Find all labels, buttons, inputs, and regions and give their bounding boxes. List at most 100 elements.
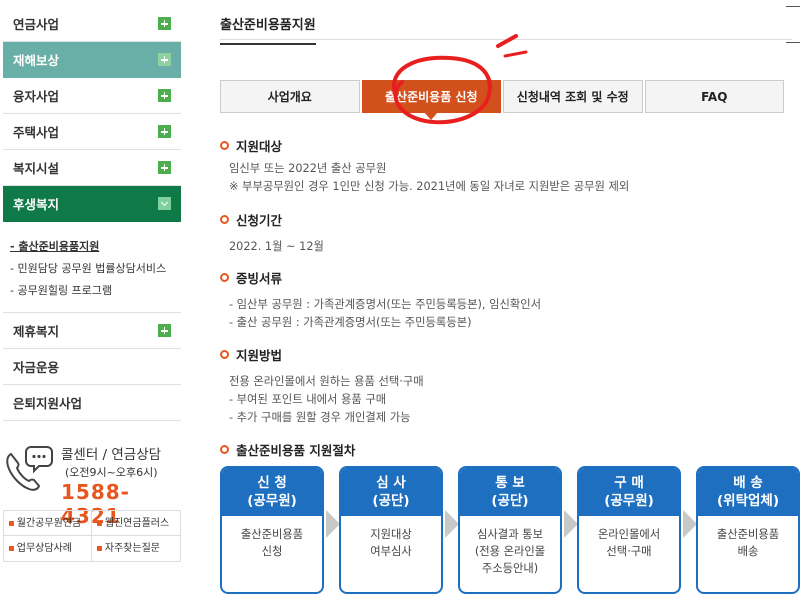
plus-icon[interactable] [158,53,171,66]
circle-bullet-icon [220,272,229,282]
section-title: 신청기간 [236,212,283,228]
plus-icon[interactable] [158,89,171,102]
plus-icon[interactable] [158,161,171,174]
step-desc: 배송 [737,545,759,558]
step-delivery: 배 송 (위탁업체) 출산준비용품배송 [696,466,800,594]
sidebar-submenu: - 출산준비용품지원 - 민원담당 공무원 법률상담서비스 - 공무원힐링 프로… [3,222,181,313]
section-period: 신청기간 2022. 1월 ~ 12월 [220,210,324,256]
plus-icon[interactable] [158,324,171,337]
section-line: - 부여된 포인트 내에서 용품 구매 [229,393,387,406]
section-documents: 증빙서류 - 임산부 공무원 : 가족관계증명서(또는 주민등록등본), 임신확… [220,268,541,332]
sidebar-item-welfare-facility[interactable]: 복지시설 [3,150,181,186]
section-line: ※ 부부공무원인 경우 1인만 신청 가능. 2021년에 동일 자녀로 지원받… [229,180,630,193]
circle-bullet-icon [220,444,229,454]
sidebar-item-label: 복지시설 [13,161,60,176]
step-title: 배 송 [733,475,763,491]
bullet-icon: ▪ [96,518,103,529]
circle-bullet-icon [220,214,229,224]
section-title: 지원방법 [236,347,283,363]
step-desc: 주소등안내) [481,562,539,575]
step-desc: 출산준비용품 [716,528,780,541]
step-title: 심 사 [376,475,406,491]
call-center-box: 콜센터 / 연금상담 (오전9시~오후6시) 1588-4321 [3,440,181,528]
step-desc: 온라인몰에서 [597,528,661,541]
quicklink-monthly-magazine[interactable]: ▪ 월간공무원연금 [4,511,92,536]
tab-apply[interactable]: 출산준비용품 신청 [361,80,501,120]
bullet-icon: ▪ [96,543,103,554]
sidebar-item-housing[interactable]: 주택사업 [3,114,181,150]
sidebar-item-label: 주택사업 [13,125,60,140]
step-title: 통 보 [495,475,525,491]
section-line: - 추가 구매를 원할 경우 개인결제 가능 [229,411,411,424]
bullet-icon: ▪ [8,543,15,554]
quicklink-label: 업무상담사례 [16,543,72,554]
sidebar-menu: 연금사업 재해보상 융자사업 주택사업 복지시설 후생복지 - 출산준비용품지원… [3,6,181,421]
step-review: 심 사 (공단) 지원대상여부심사 [339,466,443,594]
call-center-hours: (오전9시~오후6시) [65,466,158,479]
step-actor: (공단) [372,493,410,509]
step-desc: 출산준비용품 [240,528,304,541]
submenu-item-birth-supplies[interactable]: - 출산준비용품지원 [10,236,181,258]
section-line: - 출산 공무원 : 가족관계증명서(또는 주민등록등본) [229,316,472,329]
sidebar-item-loan[interactable]: 융자사업 [3,78,181,114]
quicklink-label: 월간공무원연금 [16,518,82,529]
sidebar-item-partnership[interactable]: 제휴복지 [3,313,181,349]
arrow-right-icon [326,510,340,538]
call-center-title: 콜센터 / 연금상담 [61,447,162,463]
step-apply: 신 청 (공무원) 출산준비용품 신청 [220,466,324,594]
sidebar-item-employee-welfare[interactable]: 후생복지 [3,186,181,222]
arrow-right-icon [445,510,459,538]
section-procedure: 출산준비용품 지원절차 [220,440,355,458]
sidebar-item-disaster-compensation[interactable]: 재해보상 [3,42,181,78]
page-title: 출산준비용품지원 [220,14,316,45]
step-desc: 여부심사 [370,545,412,558]
quicklink-webzine[interactable]: ▪ 웹진연금플러스 [92,511,180,536]
sidebar-item-retirement-support[interactable]: 은퇴지원사업 [3,385,181,421]
step-actor: (공무원) [247,493,297,509]
circle-bullet-icon [220,140,229,150]
step-desc: 선택·구매 [606,545,652,558]
tab-history[interactable]: 신청내역 조회 및 수정 [503,80,643,113]
tab-overview[interactable]: 사업개요 [220,80,360,113]
sidebar-item-pension[interactable]: 연금사업 [3,6,181,42]
sidebar-item-label: 자금운용 [13,360,60,375]
arrow-right-icon [683,510,697,538]
circle-bullet-icon [220,349,229,359]
chevron-down-icon[interactable] [158,197,171,210]
divider [786,6,800,7]
submenu-item-healing-program[interactable]: - 공무원힐링 프로그램 [10,280,181,302]
quicklink-faq[interactable]: ▪ 자주찾는질문 [92,536,180,561]
step-actor: (공무원) [604,493,654,509]
tab-bar: 사업개요 출산준비용품 신청 신청내역 조회 및 수정 FAQ [220,80,784,120]
sidebar-item-label: 융자사업 [13,89,60,104]
sidebar-item-label: 후생복지 [13,197,60,212]
quicklink-label: 자주찾는질문 [104,543,160,554]
section-method: 지원방법 전용 온라인몰에서 원하는 용품 선택·구매 - 부여된 포인트 내에… [220,345,424,427]
submenu-item-legal-service[interactable]: - 민원담당 공무원 법률상담서비스 [10,258,181,280]
quicklink-consult-cases[interactable]: ▪ 업무상담사례 [4,536,92,561]
step-actor: (위탁업체) [716,493,780,509]
section-line: 임신부 또는 2022년 출산 공무원 [229,162,387,175]
plus-icon[interactable] [158,17,171,30]
plus-icon[interactable] [158,125,171,138]
sidebar-item-label: 제휴복지 [13,324,60,339]
section-title: 출산준비용품 지원절차 [236,442,356,458]
step-desc: 심사결과 통보 [477,528,543,541]
tab-faq[interactable]: FAQ [644,80,784,113]
sidebar-item-label: 은퇴지원사업 [13,396,83,411]
sidebar-item-fund-management[interactable]: 자금운용 [3,349,181,385]
quicklink-label: 웹진연금플러스 [104,518,170,529]
red-circle-annotation [391,34,528,125]
section-eligibility: 지원대상 임신부 또는 2022년 출산 공무원 ※ 부부공무원인 경우 1인만… [220,136,629,196]
step-desc: 지원대상 [370,528,412,541]
step-notify: 통 보 (공단) 심사결과 통보 (전용 온라인몰 주소등안내) [458,466,562,594]
divider [220,39,792,40]
section-title: 증빙서류 [236,270,283,286]
procedure-flow: 신 청 (공무원) 출산준비용품 신청 심 사 (공단) 지원대상 여부심사 통 보 (공… [220,466,800,594]
sidebar-item-label: 재해보상 [13,53,60,68]
divider [786,42,800,43]
step-desc: (전용 온라인몰 [474,545,546,558]
step-purchase: 구 매 (공무원) 온라인몰에서선택·구매 [577,466,681,594]
step-desc: 신청 [261,545,283,558]
step-title: 구 매 [614,475,644,491]
